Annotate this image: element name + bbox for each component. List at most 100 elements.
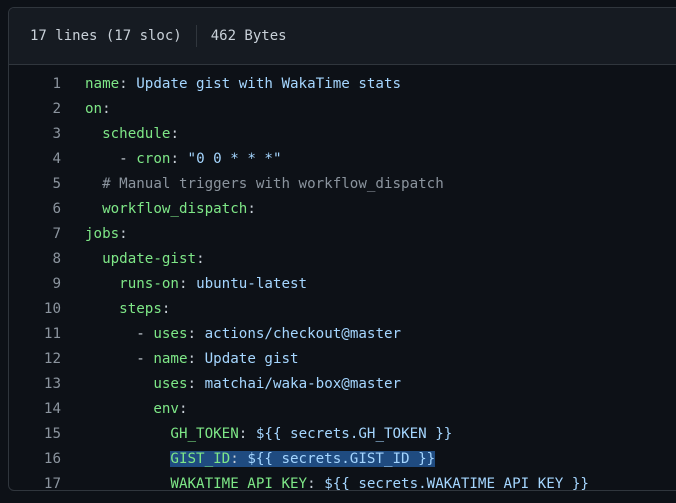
yaml-value: ${{ secrets.GH_TOKEN }}: [255, 426, 453, 442]
line-number[interactable]: 1: [9, 72, 61, 97]
code-line[interactable]: 13 uses: matchai/waka-box@master: [9, 372, 676, 397]
line-number[interactable]: 16: [9, 447, 61, 472]
key-separator: :: [161, 301, 171, 317]
line-source: schedule:: [61, 122, 179, 147]
key-separator: :: [307, 476, 325, 491]
line-number[interactable]: 11: [9, 322, 61, 347]
line-number[interactable]: 8: [9, 247, 61, 272]
code-line[interactable]: 12 - name: Update gist: [9, 347, 676, 372]
line-number[interactable]: 7: [9, 222, 61, 247]
yaml-value: ${{ secrets.WAKATIME_API_KEY }}: [324, 476, 589, 491]
yaml-key: GH_TOKEN: [170, 426, 239, 442]
yaml-key: runs-on: [119, 276, 179, 292]
line-source: - cron: "0 0 * * *": [61, 147, 282, 172]
line-source: # Manual triggers with workflow_dispatch: [61, 172, 444, 197]
yaml-key: workflow_dispatch: [102, 201, 248, 217]
key-separator: :: [119, 226, 128, 242]
line-number[interactable]: 12: [9, 347, 61, 372]
yaml-key: env: [153, 401, 179, 417]
list-dash: -: [119, 151, 137, 167]
key-separator: :: [102, 101, 111, 117]
key-separator: :: [178, 276, 197, 292]
line-number[interactable]: 9: [9, 272, 61, 297]
line-number[interactable]: 14: [9, 397, 61, 422]
line-number[interactable]: 4: [9, 147, 61, 172]
yaml-value: Update gist with WakaTime stats: [136, 76, 402, 92]
line-source: name: Update gist with WakaTime stats: [61, 72, 401, 97]
line-source: - uses: actions/checkout@master: [61, 322, 401, 347]
line-number[interactable]: 15: [9, 422, 61, 447]
list-dash: -: [136, 351, 154, 367]
file-size: 462 Bytes: [210, 28, 287, 44]
file-viewer: 17 lines (17 sloc) 462 Bytes 1 name: Upda…: [8, 7, 676, 491]
key-separator: :: [170, 126, 179, 142]
key-separator: :: [247, 201, 256, 217]
yaml-key: cron: [136, 151, 171, 167]
list-dash: -: [136, 326, 154, 342]
line-source: jobs:: [61, 222, 128, 247]
code-line[interactable]: 4 - cron: "0 0 * * *": [9, 147, 676, 172]
code-line[interactable]: 17 WAKATIME_API_KEY: ${{ secrets.WAKATIM…: [9, 472, 676, 491]
line-source: WAKATIME_API_KEY: ${{ secrets.WAKATIME_A…: [61, 472, 589, 491]
yaml-key: steps: [119, 301, 162, 317]
line-source: uses: matchai/waka-box@master: [61, 372, 401, 397]
code-line[interactable]: 10 steps:: [9, 297, 676, 322]
line-source: update-gist:: [61, 247, 205, 272]
yaml-key: uses: [153, 376, 188, 392]
yaml-value: "0 0 * * *": [187, 151, 282, 167]
file-header: 17 lines (17 sloc) 462 Bytes: [9, 8, 676, 65]
code-line[interactable]: 5 # Manual triggers with workflow_dispat…: [9, 172, 676, 197]
key-separator: :: [119, 76, 137, 92]
line-number[interactable]: 3: [9, 122, 61, 147]
yaml-key: name: [85, 76, 120, 92]
text-selection[interactable]: GIST_ID: ${{ secrets.GIST_ID }}: [170, 451, 436, 467]
key-separator: :: [196, 251, 205, 267]
code-line[interactable]: 14 env:: [9, 397, 676, 422]
key-separator: :: [187, 376, 205, 392]
line-number[interactable]: 2: [9, 97, 61, 122]
line-number[interactable]: 5: [9, 172, 61, 197]
line-number[interactable]: 6: [9, 197, 61, 222]
header-divider: [195, 25, 197, 47]
code-block[interactable]: 1 name: Update gist with WakaTime stats 2 o…: [9, 65, 676, 491]
line-source: runs-on: ubuntu-latest: [61, 272, 307, 297]
yaml-key: on: [85, 101, 103, 117]
key-separator: :: [170, 151, 188, 167]
code-line[interactable]: 8 update-gist:: [9, 247, 676, 272]
yaml-value: ubuntu-latest: [196, 276, 308, 292]
code-line[interactable]: 16 GIST_ID: ${{ secrets.GIST_ID }}: [9, 447, 676, 472]
yaml-key: name: [153, 351, 188, 367]
code-line[interactable]: 2 on:: [9, 97, 676, 122]
line-number[interactable]: 17: [9, 472, 61, 490]
code-line[interactable]: 1 name: Update gist with WakaTime stats: [9, 72, 676, 97]
line-number[interactable]: 13: [9, 372, 61, 397]
line-source: GH_TOKEN: ${{ secrets.GH_TOKEN }}: [61, 422, 452, 447]
line-count: 17 lines (17 sloc): [30, 28, 182, 44]
code-line[interactable]: 7 jobs:: [9, 222, 676, 247]
yaml-key: uses: [153, 326, 188, 342]
key-separator: :: [178, 401, 188, 417]
key-separator: :: [230, 451, 248, 467]
key-separator: :: [238, 426, 256, 442]
yaml-key: GIST_ID: [170, 451, 231, 467]
code-line[interactable]: 11 - uses: actions/checkout@master: [9, 322, 676, 347]
yaml-value: matchai/waka-box@master: [204, 376, 402, 392]
code-line[interactable]: 9 runs-on: ubuntu-latest: [9, 272, 676, 297]
code-line[interactable]: 15 GH_TOKEN: ${{ secrets.GH_TOKEN }}: [9, 422, 676, 447]
key-separator: :: [187, 351, 205, 367]
yaml-value: ${{ secrets.GIST_ID }}: [247, 451, 436, 467]
code-comment: # Manual triggers with workflow_dispatch: [102, 176, 444, 192]
yaml-key: WAKATIME_API_KEY: [170, 476, 308, 491]
line-source: GIST_ID: ${{ secrets.GIST_ID }}: [61, 447, 436, 472]
line-number[interactable]: 10: [9, 297, 61, 322]
line-source: - name: Update gist: [61, 347, 299, 372]
yaml-key: schedule: [102, 126, 171, 142]
yaml-value: actions/checkout@master: [204, 326, 402, 342]
line-source: env:: [61, 397, 188, 422]
line-source: workflow_dispatch:: [61, 197, 256, 222]
code-line[interactable]: 6 workflow_dispatch:: [9, 197, 676, 222]
yaml-value: Update gist: [204, 351, 299, 367]
code-line[interactable]: 3 schedule:: [9, 122, 676, 147]
yaml-key: update-gist: [102, 251, 197, 267]
yaml-key: jobs: [85, 226, 120, 242]
